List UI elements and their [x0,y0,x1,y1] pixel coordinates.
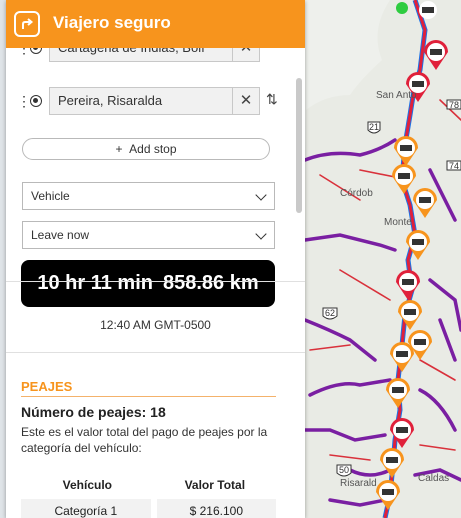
vehicle-select[interactable]: Vehicle [22,182,275,210]
add-stop-label: Add stop [129,142,177,156]
route-shield-label: 50 [339,465,349,475]
origin-marker[interactable] [396,2,408,14]
stop-row-origin: ⋮ Cartagena de Indias, Bolí ✕ [6,48,305,62]
chevron-down-icon [255,189,267,201]
route-shield-label: 78 [449,100,459,110]
app-title: Viajero seguro [53,13,171,32]
toll-description: Este es el valor total del pago de peaje… [21,425,268,455]
route-summary: 10 hr 11 min 858.86 km [21,260,275,307]
chevron-down-icon [255,228,267,240]
plus-icon: + [115,142,123,156]
route-shield-label: 74 [449,161,459,171]
route-shield: 21 [367,121,381,134]
drag-handle-icon[interactable]: ⋮ [17,93,31,110]
tolls-heading: PEAJES [21,379,73,394]
toll-table-header: Valor Total [184,478,246,492]
toll-table: Vehículo Valor Total Categoría 1 $ 216.1… [21,471,276,518]
stop-row-destination: ⋮ Pereira, Risaralda ✕ ⇅ [6,87,305,115]
clear-destination-button[interactable]: ✕ [232,87,260,115]
toll-table-header: Vehículo [62,478,112,492]
origin-input[interactable]: Cartagena de Indias, Bolí [49,48,233,62]
divider [6,352,305,353]
drag-handle-icon[interactable]: ⋮ [17,48,31,57]
depart-time-select[interactable]: Leave now [22,221,275,249]
route-shield: 62 [322,307,338,320]
route-shield: 78 [446,99,461,110]
app-header: Viajero seguro [6,0,305,48]
toll-category: Categoría 1 [21,499,157,518]
map-label-city: Risarald [340,478,377,489]
turn-right-arrow-icon [14,11,40,37]
tolls-divider [21,396,276,397]
destination-input[interactable]: Pereira, Risaralda [49,87,233,115]
route-shield: 74 [446,160,461,171]
directions-panel: ⋮ Cartagena de Indias, Bolí ✕ ⋮ Pereira,… [6,0,305,518]
map-label-city: Caldas [418,473,450,484]
map-label-city: Córdob [340,188,373,199]
panel-scroll-area[interactable]: ⋮ Cartagena de Indias, Bolí ✕ ⋮ Pereira,… [6,48,305,518]
route-shield-label: 21 [369,122,379,132]
table-row: Categoría 1 $ 216.100 [21,499,276,518]
map-label-city: Monte [384,217,412,228]
swap-stops-icon[interactable]: ⇅ [266,91,278,108]
route-shield-label: 62 [325,308,335,318]
vehicle-select-value: Vehicle [31,189,70,203]
add-stop-button[interactable]: + Add stop [22,138,270,160]
route-duration: 10 hr 11 min [37,272,153,294]
departure-time: 12:40 AM GMT-0500 [100,318,211,332]
toll-value: $ 216.100 [153,499,276,518]
stop-radio-icon [30,48,42,54]
route-distance: 858.86 km [162,272,259,294]
route-shield: 50 [336,464,352,477]
stop-radio-icon [30,95,42,107]
map-label-city: San Anto [376,90,417,101]
divider [6,281,305,282]
depart-time-select-value: Leave now [31,228,90,242]
clear-origin-button[interactable]: ✕ [232,48,260,62]
toll-count: Número de peajes: 18 [21,404,166,420]
panel-scrollbar-thumb[interactable] [296,78,302,213]
